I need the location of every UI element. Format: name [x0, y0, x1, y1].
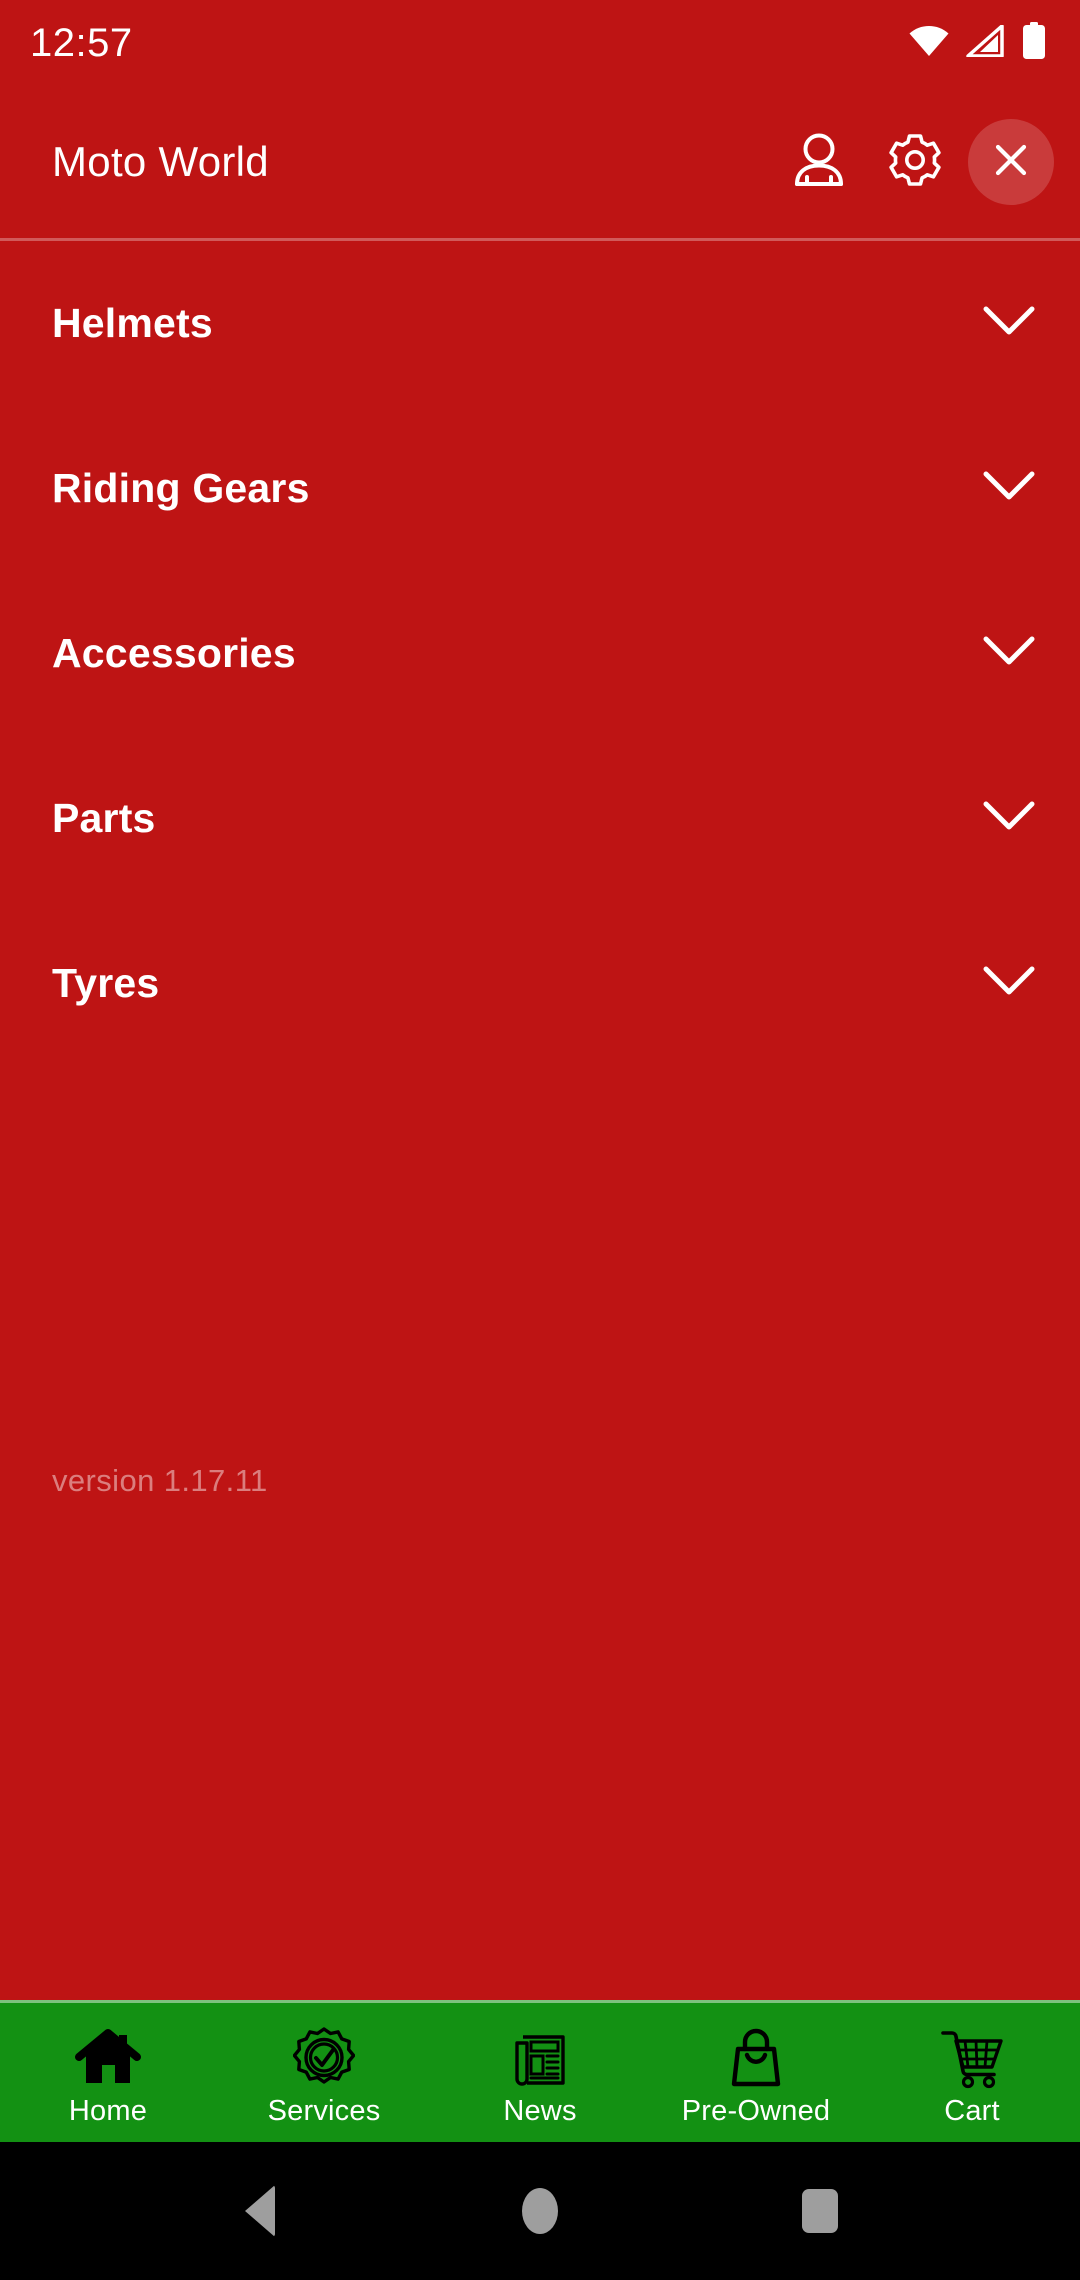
cellular-signal-icon	[966, 23, 1006, 62]
menu-item-label: Tyres	[52, 960, 160, 1006]
page-title: Moto World	[52, 138, 269, 185]
tab-services[interactable]: Services	[216, 2003, 432, 2142]
bottom-tab-bar: Home Services News Pre-Owned Cart	[0, 2000, 1080, 2142]
tab-label: Pre-Owned	[681, 2095, 831, 2127]
menu-item-label: Helmets	[52, 300, 213, 346]
recents-button[interactable]	[760, 2151, 880, 2271]
badge-check-icon	[293, 2025, 355, 2091]
battery-icon	[1022, 21, 1046, 65]
menu-item-helmets[interactable]: Helmets	[0, 241, 1080, 406]
status-bar-icons	[908, 21, 1046, 65]
chevron-down-icon[interactable]	[982, 469, 1036, 508]
menu-item-label: Parts	[52, 795, 156, 841]
tab-pre-owned[interactable]: Pre-Owned	[648, 2003, 864, 2142]
chevron-down-icon[interactable]	[982, 304, 1036, 343]
chevron-down-icon[interactable]	[982, 634, 1036, 673]
app-version-label: version 1.17.11	[52, 1463, 268, 1498]
tab-cart[interactable]: Cart	[864, 2003, 1080, 2142]
system-navigation-bar	[0, 2142, 1080, 2280]
tab-label: Cart	[944, 2095, 1000, 2127]
account-button[interactable]	[776, 119, 862, 205]
close-button[interactable]	[968, 119, 1054, 205]
settings-gear-icon	[887, 132, 943, 193]
status-bar-clock: 12:57	[30, 21, 133, 65]
recents-square-icon	[802, 2189, 838, 2233]
back-triangle-icon	[245, 2185, 275, 2237]
menu-item-tyres[interactable]: Tyres	[0, 901, 1080, 1066]
newspaper-icon	[509, 2025, 571, 2091]
home-button[interactable]	[480, 2151, 600, 2271]
status-bar: 12:57	[0, 0, 1080, 86]
home-icon	[75, 2025, 141, 2091]
menu-item-label: Riding Gears	[52, 465, 310, 511]
shopping-cart-icon	[939, 2025, 1005, 2091]
chevron-down-icon[interactable]	[982, 964, 1036, 1003]
tab-label: News	[503, 2095, 577, 2127]
app-screen: 12:57 Moto World Helmets Riding Gears Ac…	[0, 0, 1080, 2280]
menu-item-label: Accessories	[52, 630, 296, 676]
shopping-bag-icon	[726, 2025, 786, 2091]
header-actions	[776, 119, 1054, 205]
close-icon	[990, 139, 1032, 186]
account-icon	[792, 132, 846, 193]
chevron-down-icon[interactable]	[982, 799, 1036, 838]
menu-item-parts[interactable]: Parts	[0, 736, 1080, 901]
tab-home[interactable]: Home	[0, 2003, 216, 2142]
menu-item-accessories[interactable]: Accessories	[0, 571, 1080, 736]
home-circle-icon	[522, 2188, 558, 2234]
tab-label: Home	[68, 2095, 148, 2127]
menu-item-riding-gears[interactable]: Riding Gears	[0, 406, 1080, 571]
category-menu: Helmets Riding Gears Accessories Parts T…	[0, 241, 1080, 2000]
app-header: Moto World	[0, 86, 1080, 238]
settings-button[interactable]	[872, 119, 958, 205]
tab-news[interactable]: News	[432, 2003, 648, 2142]
back-button[interactable]	[200, 2151, 320, 2271]
wifi-icon	[908, 25, 950, 62]
tab-label: Services	[267, 2095, 381, 2127]
